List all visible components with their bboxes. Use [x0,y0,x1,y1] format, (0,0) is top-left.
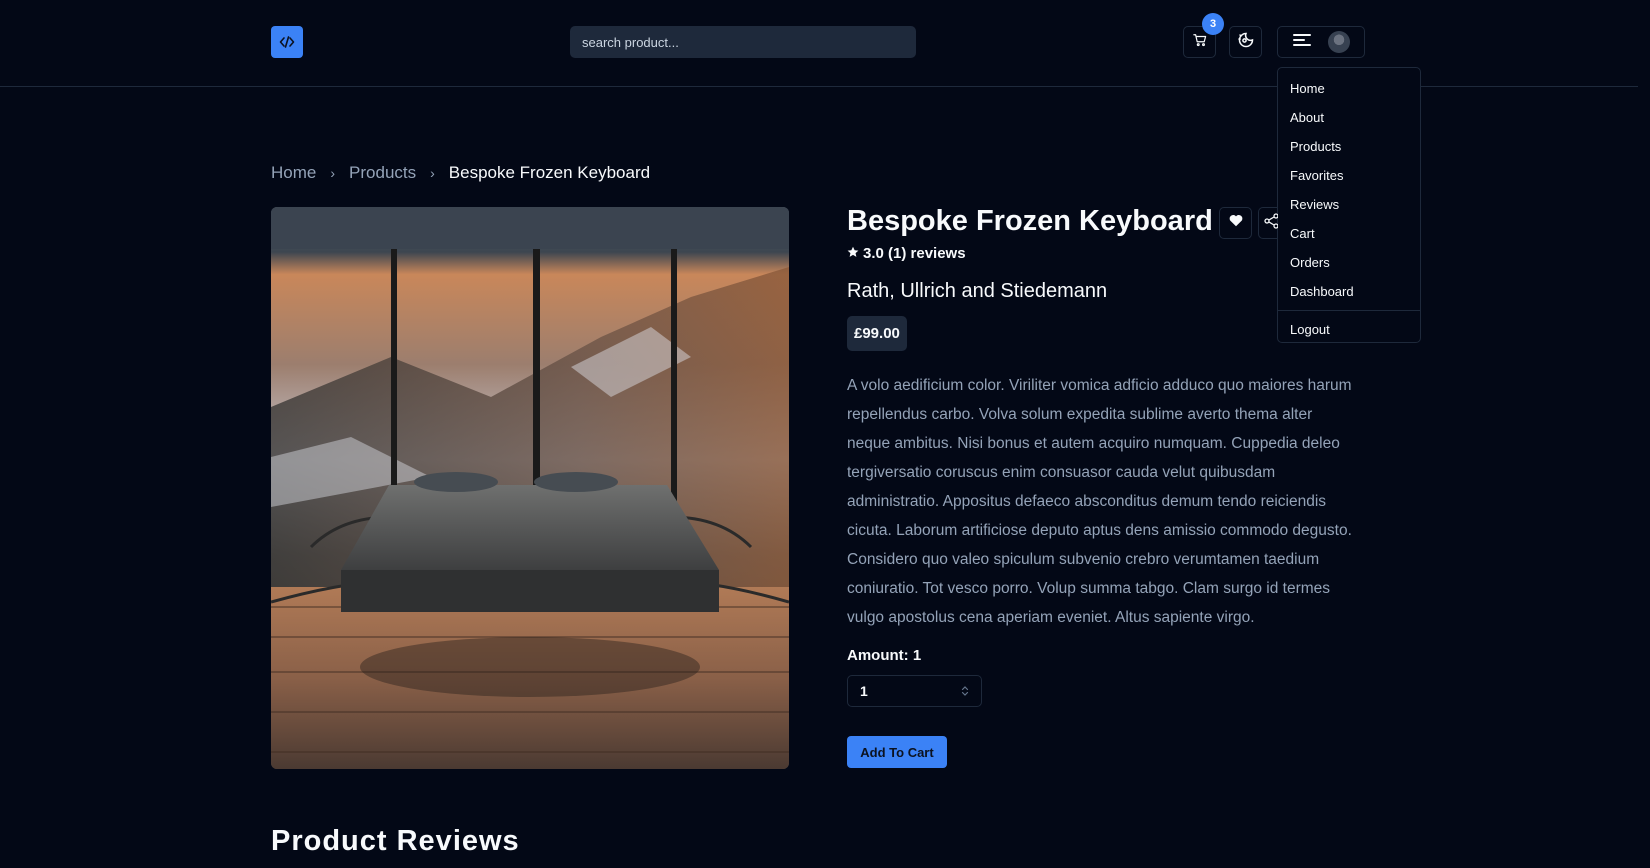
product-rating: 3.0 (1) reviews [847,245,966,262]
menu-item-home[interactable]: Home [1278,74,1420,103]
hamburger-menu-icon [1292,32,1312,53]
menu-item-orders[interactable]: Orders [1278,248,1420,277]
code-logo-icon[interactable] [271,26,303,58]
avatar [1328,31,1350,53]
breadcrumb-home[interactable]: Home [271,163,316,183]
menu-divider [1278,310,1420,311]
add-to-cart-button[interactable]: Add To Cart [847,736,947,768]
chevron-up-down-icon [961,685,969,697]
breadcrumb-current: Bespoke Frozen Keyboard [448,163,651,182]
user-menu-button[interactable] [1277,26,1365,58]
quantity-select[interactable]: 1 [847,675,982,707]
star-icon [847,245,859,262]
quantity-value: 1 [860,683,868,699]
chevron-right-icon: › [330,165,336,181]
user-dropdown-menu: Home About Products Favorites Reviews Ca… [1277,67,1421,343]
breadcrumb: Home › Products › Bespoke Frozen Keyboar… [271,161,650,185]
moon-sun-icon [1237,31,1255,54]
cart-count-badge: 3 [1202,13,1224,35]
share-icon [1259,212,1278,234]
theme-toggle-button[interactable] [1229,26,1262,58]
search-input[interactable] [570,26,916,58]
product-description: A volo aedificium color. Viriliter vomic… [847,377,1352,626]
heart-icon [1229,214,1243,232]
product-title: Bespoke Frozen Keyboard [847,205,1213,237]
breadcrumb-products[interactable]: Products [349,163,416,183]
menu-item-favorites[interactable]: Favorites [1278,161,1420,190]
amount-label: Amount: 1 [847,647,922,664]
menu-item-cart[interactable]: Cart [1278,219,1420,248]
menu-item-about[interactable]: About [1278,103,1420,132]
product-brand: Rath, Ullrich and Stiedemann [847,280,1108,302]
price-badge: £99.00 [847,316,907,351]
rating-text: 3.0 (1) reviews [863,245,966,262]
page-scrollbar[interactable] [1638,0,1650,868]
share-button[interactable] [1258,207,1278,239]
product-image [271,207,789,769]
reviews-heading: Product Reviews [271,825,520,857]
menu-item-dashboard[interactable]: Dashboard [1278,277,1420,306]
shopping-cart-icon [1192,33,1207,52]
chevron-right-icon: › [430,165,435,181]
menu-item-products[interactable]: Products [1278,132,1420,161]
menu-item-logout[interactable]: Logout [1278,315,1420,344]
menu-item-reviews[interactable]: Reviews [1278,190,1420,219]
favorite-button[interactable] [1219,207,1252,239]
